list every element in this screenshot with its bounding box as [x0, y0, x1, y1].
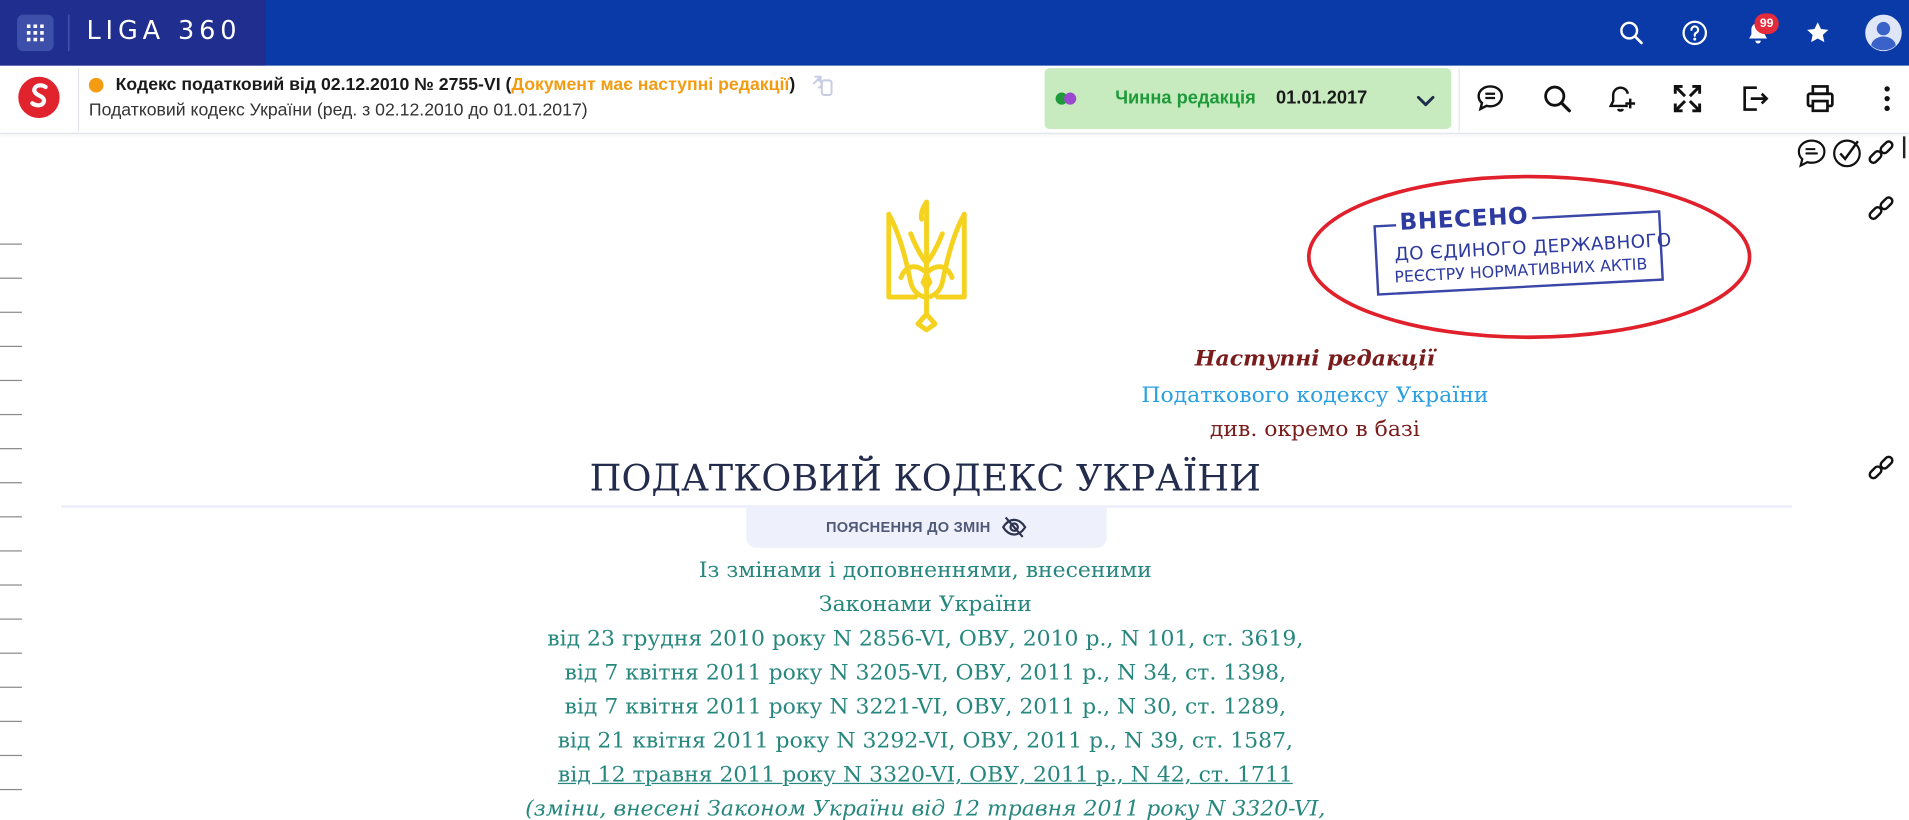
paragraph-link-icon[interactable] — [1865, 453, 1897, 485]
more-options-button[interactable] — [1870, 82, 1904, 116]
chevron-down-icon — [1416, 95, 1435, 107]
find-in-document-button[interactable] — [1540, 82, 1574, 116]
document-title-text: Кодекс податковий від 02.12.2010 № 2755-… — [115, 75, 512, 95]
next-editions-link[interactable]: Податкового кодексу України — [0, 382, 1909, 408]
paragraph-check-icon[interactable] — [1831, 138, 1863, 170]
margin-line — [0, 720, 22, 722]
margin-line — [0, 686, 22, 688]
explanation-of-changes-button[interactable]: ПОЯСНЕННЯ ДО ЗМІН — [746, 506, 1107, 548]
margin-line — [0, 652, 22, 654]
print-icon — [1806, 85, 1834, 113]
next-editions-heading: Наступні редакції — [1194, 345, 1435, 372]
document-title: Кодекс податковий від 02.12.2010 № 2755-… — [116, 73, 835, 97]
document-status-dot — [88, 77, 104, 93]
brand-block: LIGA 360 — [0, 0, 266, 66]
star-icon — [1807, 22, 1829, 43]
amendment-link[interactable]: від 21 квітня 2011 року N 3292-VI, ОВУ, … — [0, 728, 1851, 754]
margin-line — [0, 584, 22, 586]
brand-logo-text[interactable]: LIGA 360 — [86, 16, 241, 45]
export-button[interactable] — [1737, 82, 1771, 116]
search-in-doc-icon — [1544, 85, 1571, 113]
amendment-link-underlined[interactable]: від 12 травня 2011 року N 3320-VI, ОВУ, … — [0, 762, 1851, 788]
document-content: ВНЕСЕНО ДО ЄДИНОГО ДЕРЖАВНОГО РЕЄСТРУ НО… — [0, 134, 1909, 820]
document-header-bar: Кодекс податковий від 02.12.2010 № 2755-… — [0, 65, 1909, 134]
fullscreen-icon — [1673, 84, 1702, 113]
document-relations-icon[interactable] — [807, 73, 834, 97]
edition-date: 01.01.2017 — [1275, 87, 1368, 109]
comments-button[interactable] — [1473, 82, 1507, 116]
amendment-link[interactable]: від 23 грудня 2010 року N 2856-VI, ОВУ, … — [0, 626, 1851, 652]
amendment-note: (зміни, внесені Законом України від 12 т… — [525, 796, 1326, 820]
amendment-line: Законами України — [818, 591, 1032, 618]
add-to-control-icon — [1608, 86, 1636, 112]
margin-line — [0, 379, 22, 382]
logo-separator — [77, 68, 80, 132]
margin-line — [0, 277, 22, 279]
margin-line — [0, 311, 22, 313]
margin-line — [0, 550, 22, 552]
paragraph-link-icon[interactable] — [1865, 138, 1897, 170]
margin-line — [0, 516, 22, 518]
edition-label: Чинна редакція — [1115, 87, 1256, 109]
amendment-link[interactable]: від 7 квітня 2011 року N 3221-VI, ОВУ, 2… — [0, 694, 1851, 720]
print-button[interactable] — [1803, 82, 1837, 116]
margin-line — [0, 448, 22, 450]
amendment-line: Із змінами і доповненнями, внесеними — [698, 557, 1152, 584]
search-icon — [1620, 21, 1643, 45]
next-editions-note: див. окремо в базі — [1209, 416, 1420, 442]
notifications-badge: 99 — [1754, 13, 1779, 35]
edition-status-dots-icon — [1055, 92, 1077, 105]
add-to-control-button[interactable] — [1605, 82, 1639, 116]
export-icon — [1743, 86, 1769, 111]
comments-icon — [1477, 85, 1504, 112]
help-button[interactable] — [1678, 16, 1712, 50]
apps-menu-button[interactable] — [17, 14, 54, 52]
more-icon — [1884, 86, 1890, 112]
margin-line — [0, 754, 22, 757]
user-avatar-icon — [1865, 14, 1902, 52]
margin-line — [0, 243, 22, 245]
trident-coat-of-arms-icon — [886, 199, 967, 333]
margin-line — [0, 413, 22, 416]
user-profile-button[interactable] — [1864, 13, 1903, 52]
paragraph-link-icon[interactable] — [1865, 194, 1897, 226]
margin-line — [0, 618, 22, 620]
help-icon — [1682, 20, 1708, 46]
explanation-of-changes-label: ПОЯСНЕННЯ ДО ЗМІН — [825, 518, 991, 536]
page-title: ПОДАТКОВИЙ КОДЕКС УКРАЇНИ — [589, 457, 1261, 501]
margin-line — [0, 788, 22, 791]
scrollbar-thumb[interactable] — [1902, 136, 1906, 159]
brand-separator — [68, 14, 70, 52]
edition-selector[interactable]: Чинна редакція 01.01.2017 — [1044, 68, 1452, 130]
document-title-close: ) — [789, 75, 796, 95]
favorites-button[interactable] — [1801, 16, 1835, 50]
search-button[interactable] — [1614, 16, 1648, 50]
liga-logo-icon[interactable] — [17, 75, 61, 119]
toolbar-separator — [1458, 68, 1460, 132]
document-subtitle: Податковий кодекс України (ред. з 02.12.… — [88, 101, 588, 121]
eye-hidden-icon — [1001, 516, 1026, 538]
amendment-link[interactable]: від 7 квітня 2011 року N 3205-VI, ОВУ, 2… — [0, 660, 1851, 686]
fullscreen-button[interactable] — [1670, 82, 1704, 116]
paragraph-comment-icon[interactable] — [1796, 138, 1828, 170]
top-navigation-bar: LIGA 360 99 — [0, 0, 1909, 66]
document-editions-warning-link[interactable]: Документ має наступні редакції — [511, 75, 789, 94]
grid-apps-icon — [26, 24, 44, 42]
